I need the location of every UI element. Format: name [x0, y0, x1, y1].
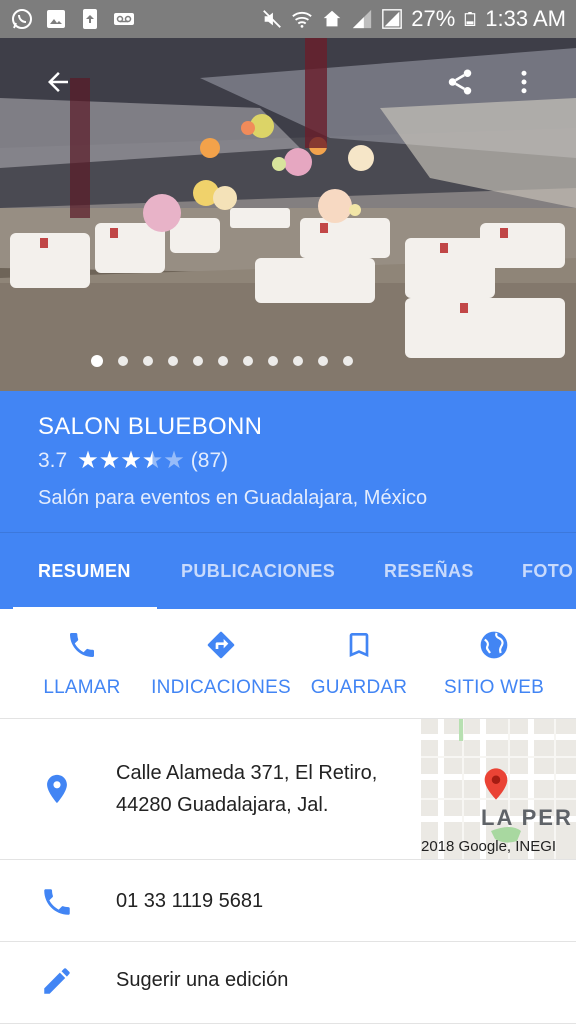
address-row[interactable]: Calle Alameda 371, El Retiro, 44280 Guad…: [0, 719, 576, 860]
pager-dot[interactable]: [193, 356, 203, 366]
pager-dot[interactable]: [168, 356, 178, 366]
share-icon: [448, 69, 472, 95]
arrow-back-icon: [48, 72, 68, 92]
tab-resumen[interactable]: RESUMEN: [13, 533, 157, 609]
star-icon: ★: [120, 447, 142, 474]
phone-row[interactable]: 01 33 1119 5681: [0, 860, 576, 942]
back-button[interactable]: [34, 58, 82, 106]
pager-dot[interactable]: [143, 356, 153, 366]
pager-dot[interactable]: [243, 356, 253, 366]
website-button[interactable]: SITIO WEB: [432, 609, 556, 719]
phone-icon: [70, 633, 94, 657]
gallery-icon: [47, 10, 65, 28]
address-line-1: Calle Alameda 371, El Retiro,: [116, 762, 378, 784]
save-button[interactable]: GUARDAR: [306, 609, 412, 719]
battery-percent: 27%: [411, 6, 456, 31]
upload-icon: [83, 9, 97, 29]
address-text: Calle Alameda 371, El Retiro, 44280 Guad…: [116, 757, 377, 821]
share-button[interactable]: [436, 58, 484, 106]
map-area-label: LA PER: [481, 805, 573, 830]
save-label: GUARDAR: [310, 677, 408, 698]
star-icon: ★: [98, 447, 121, 474]
quick-actions: LLAMAR INDICACIONES GUARDAR SITIO WEB: [0, 609, 576, 719]
map-pin-icon: [484, 768, 508, 800]
suggest-edit-label: Sugerir una edición: [116, 969, 289, 991]
directions-label: INDICACIONES: [151, 677, 291, 698]
venue-photo: [0, 38, 576, 391]
suggest-edit-row[interactable]: Sugerir una edición: [0, 942, 576, 1024]
pager-dot[interactable]: [318, 356, 328, 366]
star-icon: ★: [163, 447, 185, 474]
overflow-menu-button[interactable]: [500, 58, 548, 106]
rating-value: 3.7: [38, 449, 68, 472]
rating-row[interactable]: 3.7 ★ ★ ★ ★ ★ (87): [38, 449, 538, 473]
address-line-2: 44280 Guadalajara, Jal.: [116, 794, 329, 816]
signal-icon: [353, 9, 372, 29]
whatsapp-icon: [12, 9, 32, 29]
hero-photo[interactable]: [0, 38, 576, 391]
place-header: SALON BLUEBONN 3.7 ★ ★ ★ ★ ★ (87) Salón para…: [0, 391, 576, 532]
call-label: LLAMAR: [43, 677, 121, 698]
tab-bar: RESUMEN PUBLICACIONES RESEÑAS FOTO: [0, 532, 576, 609]
tab-resenas[interactable]: RESEÑAS: [384, 533, 474, 609]
pencil-icon: [44, 968, 70, 994]
pager-dot[interactable]: [91, 355, 103, 367]
pager-dot[interactable]: [218, 356, 228, 366]
bookmark-icon: [349, 633, 369, 657]
status-bar: 27% 1:33 AM: [0, 0, 576, 38]
star-icon: ★: [141, 447, 164, 474]
pager-dot[interactable]: [268, 356, 278, 366]
directions-icon: [207, 631, 235, 659]
rating-stars: ★ ★ ★ ★ ★: [77, 449, 185, 473]
directions-button[interactable]: INDICACIONES: [146, 609, 296, 719]
place-name: SALON BLUEBONN: [38, 413, 263, 440]
globe-icon: [480, 631, 508, 659]
map-thumbnail[interactable]: LA PER 2018 Google, INEGI: [421, 719, 576, 859]
pager-dot[interactable]: [293, 356, 303, 366]
signal-icon-2: [382, 9, 403, 29]
map-copyright: 2018 Google, INEGI: [421, 838, 557, 855]
wifi-icon: [292, 11, 312, 28]
battery-icon: [465, 12, 476, 27]
mute-icon: [263, 10, 282, 28]
phone-icon: [44, 889, 70, 915]
tab-publicaciones[interactable]: PUBLICACIONES: [181, 533, 335, 609]
voicemail-icon: [114, 13, 134, 25]
more-vert-icon: [521, 70, 527, 94]
pager-dot[interactable]: [118, 356, 128, 366]
call-button[interactable]: LLAMAR: [28, 609, 136, 719]
tab-fotos[interactable]: FOTO: [522, 533, 573, 609]
website-label: SITIO WEB: [444, 677, 544, 698]
phone-number: 01 33 1119 5681: [116, 890, 264, 912]
clock: 1:33 AM: [485, 6, 566, 31]
star-icon: ★: [77, 447, 99, 474]
location-pin-icon: [47, 774, 67, 804]
photo-pager-dots: [0, 355, 576, 367]
home-icon: [323, 10, 341, 27]
review-count: (87): [190, 449, 229, 472]
pager-dot[interactable]: [343, 356, 353, 366]
place-category: Salón para eventos en Guadalajara, Méxic…: [38, 487, 428, 509]
